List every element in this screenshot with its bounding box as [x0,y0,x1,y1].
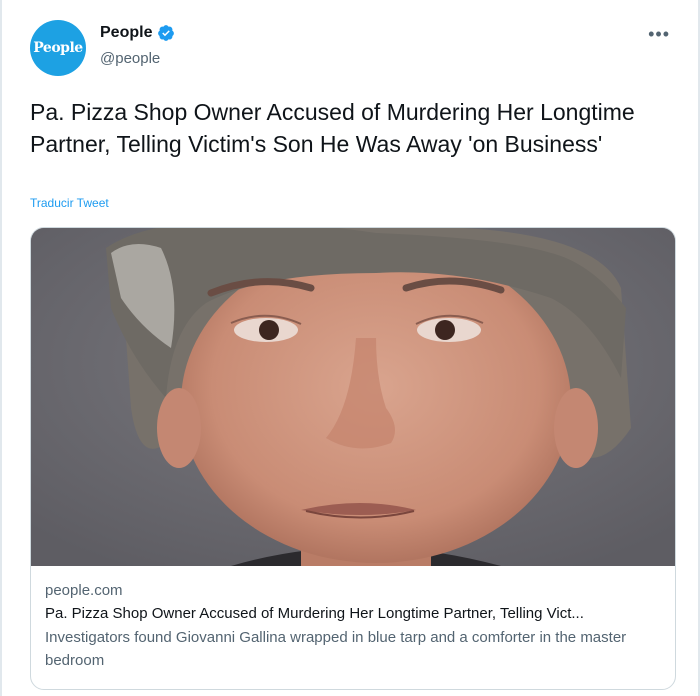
name-row: People [100,24,175,42]
tweet[interactable]: People People @people ••• Pa. Pizza Shop… [12,0,688,696]
avatar[interactable]: People [30,20,86,76]
card-body: people.com Pa. Pizza Shop Owner Accused … [45,580,663,672]
more-options-icon[interactable]: ••• [648,24,670,45]
account-handle[interactable]: @people [100,50,160,67]
account-name[interactable]: People [100,24,152,42]
card-title[interactable]: Pa. Pizza Shop Owner Accused of Murderin… [45,602,663,626]
card-domain: people.com [45,582,123,599]
link-card[interactable]: people.com Pa. Pizza Shop Owner Accused … [30,227,676,690]
left-border [0,0,2,696]
verified-badge-icon [158,25,175,41]
portrait-photo [31,228,675,566]
tweet-header: People People @people ••• [30,20,670,78]
avatar-logo-text: People [33,40,83,56]
card-image[interactable] [31,228,675,566]
translate-tweet-link[interactable]: Traducir Tweet [30,196,109,210]
card-description: Investigators found Giovanni Gallina wra… [45,629,627,669]
tweet-text: Pa. Pizza Shop Owner Accused of Murderin… [30,99,635,157]
